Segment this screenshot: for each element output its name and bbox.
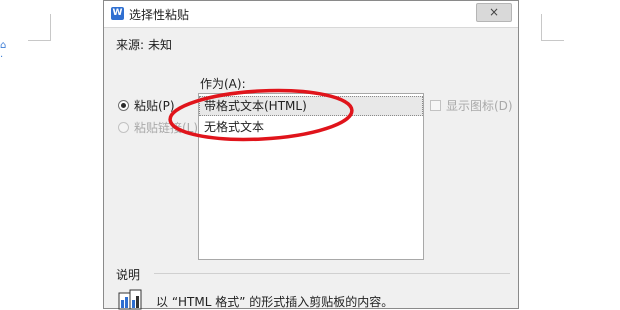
page-corner-mark-left (28, 14, 51, 41)
show-icon-option: 显示图标(D) (430, 97, 513, 114)
title-bar[interactable]: W 选择性粘贴 × (104, 1, 518, 28)
source-line: 来源: 未知 (116, 36, 172, 53)
show-icon-checkbox (430, 100, 441, 111)
page-corner-mark-right (541, 14, 564, 41)
paste-link-radio (118, 122, 129, 133)
paste-radio[interactable] (118, 100, 129, 111)
wps-writer-icon: W (111, 7, 124, 20)
source-label: 来源: (116, 38, 145, 52)
red-annotation-ellipse (168, 88, 354, 142)
paste-special-dialog: W 选择性粘贴 × 来源: 未知 作为(A): 粘贴(P) 粘贴链接(L) 带格式… (103, 0, 519, 310)
description-label: 说明 (116, 268, 141, 282)
partial-toolbar-icon: ⌂ · (0, 40, 7, 63)
dialog-title: 选择性粘贴 (129, 8, 190, 22)
description-divider (154, 273, 510, 274)
description-text: 以 “HTML 格式” 的形式插入剪贴板的内容。 (156, 295, 394, 309)
clipboard-document-icon (118, 289, 142, 310)
show-icon-label: 显示图标(D) (446, 99, 513, 113)
close-button[interactable]: × (476, 3, 512, 22)
source-value: 未知 (148, 38, 173, 52)
